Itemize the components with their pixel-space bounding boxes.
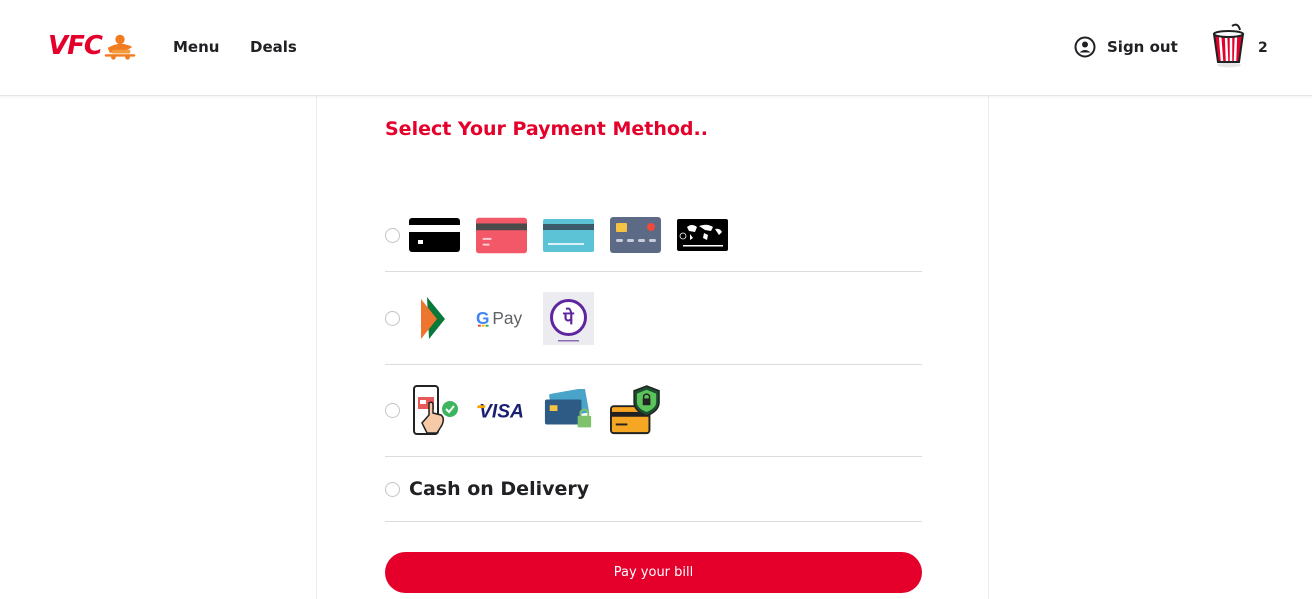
online-icon-row: VISA [409, 384, 661, 436]
radio-online[interactable] [385, 403, 400, 418]
payment-option-upi[interactable]: G Pay पे [385, 272, 922, 365]
visa-logo-icon: VISA [476, 385, 527, 436]
payment-option-online[interactable]: VISA [385, 365, 922, 457]
site-header: VFC Menu Deals Sign out 2 [0, 0, 1312, 96]
sign-out-label: Sign out [1107, 38, 1178, 56]
black-card-icon [409, 210, 460, 261]
user-circle-icon [1074, 36, 1096, 58]
radio-cards[interactable] [385, 227, 400, 243]
cart-button[interactable]: 2 [1210, 22, 1268, 70]
brand-logo[interactable]: VFC [48, 28, 136, 64]
sign-out-button[interactable]: Sign out [1074, 36, 1178, 58]
red-card-icon [476, 210, 527, 261]
cards-icon-row [409, 210, 728, 261]
blue-card-icon [543, 210, 594, 261]
radio-cod[interactable] [385, 481, 400, 497]
logo-text: VFC [48, 31, 103, 61]
world-card-icon [677, 210, 728, 261]
phonepe-logo-icon: पे [543, 291, 594, 345]
payment-panel: Select Your Payment Method.. G Pay पे VI… [316, 96, 989, 599]
slate-card-icon [610, 210, 661, 261]
radio-upi[interactable] [385, 310, 400, 326]
payment-option-cards[interactable] [385, 199, 922, 272]
svg-text:पे: पे [562, 307, 574, 329]
bucket-icon [1212, 23, 1245, 68]
page-title: Select Your Payment Method.. [385, 118, 708, 140]
upi-logo-icon [409, 293, 460, 344]
secure-card-icon [610, 385, 661, 436]
cod-label: Cash on Delivery [409, 478, 590, 500]
phone-payment-icon [409, 384, 460, 436]
nav-menu-link[interactable]: Menu [173, 38, 219, 56]
payment-option-cod[interactable]: Cash on Delivery [385, 457, 922, 522]
upi-icon-row: G Pay पे [409, 291, 594, 345]
gpay-logo-icon: G Pay [476, 293, 527, 344]
cart-count-badge: 2 [1258, 40, 1268, 56]
cards-lock-icon [543, 385, 594, 436]
nav-deals-link[interactable]: Deals [250, 38, 297, 56]
svg-text:Pay: Pay [492, 308, 522, 328]
pay-bill-button[interactable]: Pay your bill [385, 552, 922, 593]
rider-logo-icon [104, 34, 136, 60]
svg-text:VISA: VISA [479, 401, 524, 422]
